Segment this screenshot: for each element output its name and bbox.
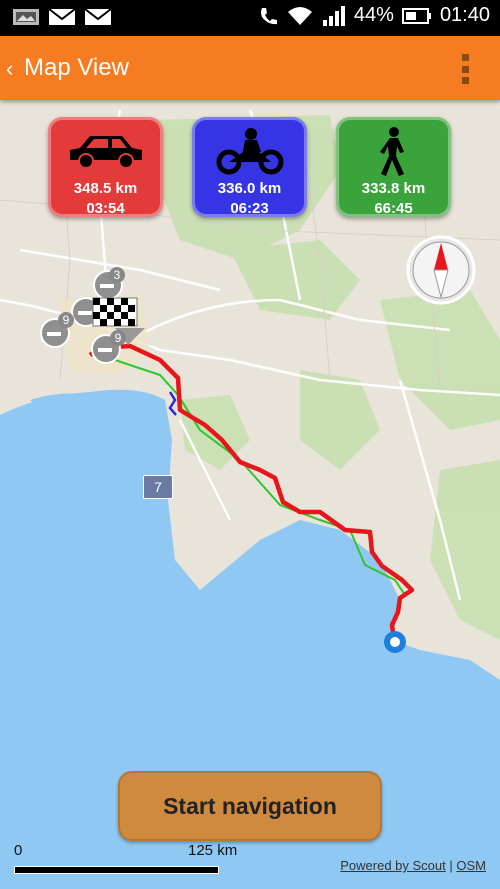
poi-count-badge: 9	[58, 312, 74, 328]
gallery-icon	[13, 9, 39, 25]
scale-end-label: 125 km	[188, 842, 238, 859]
compass-icon[interactable]	[406, 235, 476, 305]
page-title[interactable]: Map View	[24, 54, 129, 82]
wifi-icon	[287, 6, 312, 25]
mail-icon	[84, 8, 112, 25]
overflow-menu-icon[interactable]	[462, 54, 470, 84]
poi-count-badge: 3	[109, 267, 125, 283]
car-route-button[interactable]: 348.5 km 03:54	[48, 117, 163, 217]
app-bar: ‹ Map View	[0, 36, 500, 100]
start-navigation-button[interactable]: Start navigation	[118, 771, 382, 841]
walk-distance: 333.8 km	[361, 180, 426, 197]
walk-time: 66:45	[374, 200, 413, 217]
motorcycle-route-button[interactable]: 336.0 km 06:23	[192, 117, 307, 217]
mail-icon	[48, 8, 76, 25]
call-icon	[260, 7, 277, 24]
walking-icon	[379, 127, 404, 176]
powered-by-scout-link[interactable]: Powered by Scout	[340, 858, 446, 873]
scale-bar	[14, 866, 219, 874]
motorcycle-icon	[216, 128, 283, 175]
car-icon	[69, 136, 142, 169]
battery-percent: 44%	[353, 4, 394, 26]
road-number-badge: 7	[143, 475, 173, 499]
map-credits: Powered by Scout | OSM	[340, 858, 486, 873]
walk-route-button[interactable]: 333.8 km 66:45	[336, 117, 451, 217]
clock: 01:40	[439, 4, 490, 26]
poi-count-badge: 9	[110, 330, 126, 346]
battery-icon	[401, 7, 431, 24]
motorcycle-distance: 336.0 km	[217, 180, 282, 197]
osm-link[interactable]: OSM	[456, 858, 486, 873]
signal-icon	[322, 5, 345, 26]
car-distance: 348.5 km	[73, 180, 138, 197]
status-bar: 44% 01:40	[0, 0, 500, 36]
scale-start-label: 0	[14, 842, 23, 859]
back-chevron-icon[interactable]: ‹	[6, 56, 13, 82]
car-time: 03:54	[86, 200, 125, 217]
motorcycle-time: 06:23	[230, 200, 269, 217]
